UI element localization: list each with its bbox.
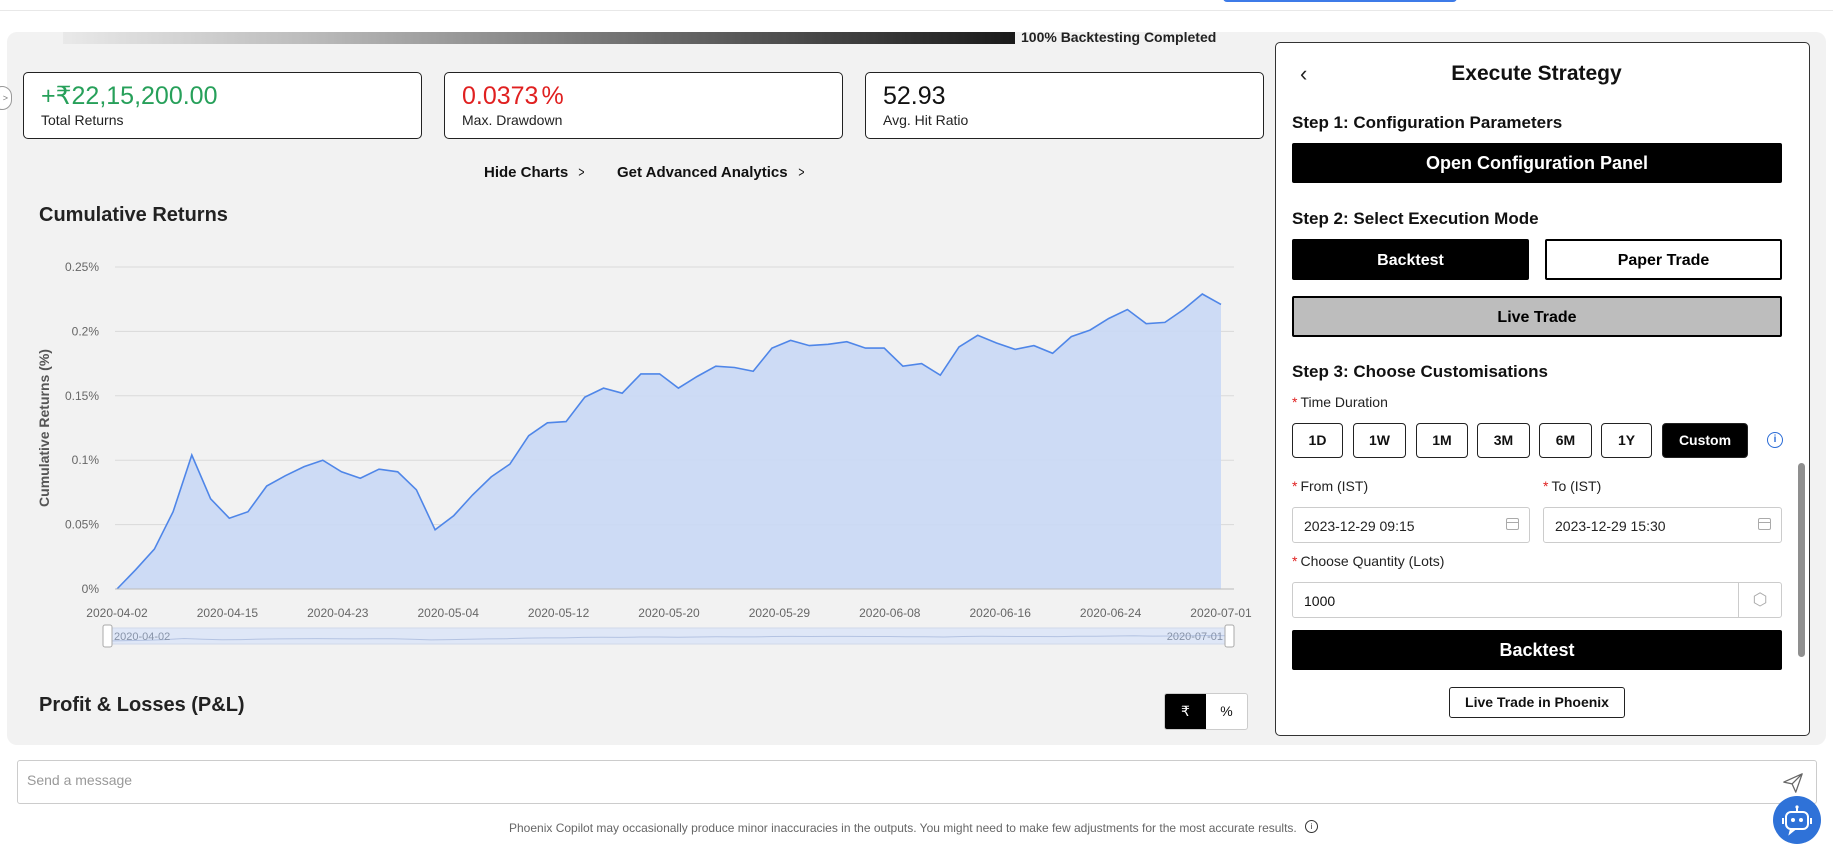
from-date-input[interactable]: 2023-12-29 09:15 — [1292, 507, 1530, 543]
send-icon[interactable] — [1782, 772, 1804, 794]
mode-paper-trade-button[interactable]: Paper Trade — [1545, 239, 1782, 280]
mode-backtest-button[interactable]: Backtest — [1292, 239, 1529, 280]
y-tick-label: 0% — [82, 582, 100, 596]
x-tick-label: 2020-05-04 — [418, 606, 480, 620]
disclaimer-text: Phoenix Copilot may occasionally produce… — [509, 821, 1297, 835]
copilot-bot-button[interactable] — [1773, 796, 1821, 844]
robot-icon — [1782, 805, 1812, 836]
x-tick-label: 2020-04-02 — [86, 606, 148, 620]
duration-1m[interactable]: 1M — [1416, 423, 1468, 458]
info-icon[interactable]: i — [1767, 432, 1783, 448]
duration-1w[interactable]: 1W — [1353, 423, 1406, 458]
x-tick-label: 2020-06-24 — [1080, 606, 1142, 620]
open-configuration-button[interactable]: Open Configuration Panel — [1292, 143, 1782, 183]
pl-title: Profit & Losses (P&L) — [39, 694, 245, 716]
execute-strategy-panel: ‹ Execute Strategy Step 1: Configuration… — [1275, 42, 1810, 736]
info-icon[interactable]: i — [1305, 820, 1318, 833]
lots-stack-icon: ⬡ — [1738, 583, 1781, 617]
y-axis-label: Cumulative Returns (%) — [36, 349, 52, 507]
mode-live-trade-button[interactable]: Live Trade — [1292, 296, 1782, 337]
pl-toggle-percent[interactable]: % — [1206, 694, 1247, 729]
x-tick-label: 2020-04-23 — [307, 606, 369, 620]
pl-unit-toggle: ₹ % — [1164, 693, 1248, 730]
message-box — [17, 760, 1817, 804]
range-slider — [107, 627, 1230, 645]
live-trade-in-phoenix-button[interactable]: Live Trade in Phoenix — [1449, 687, 1625, 718]
x-tick-label: 2020-05-20 — [638, 606, 700, 620]
time-duration-label: * Time Duration — [1292, 394, 1388, 410]
duration-1y[interactable]: 1Y — [1601, 423, 1652, 458]
to-label: * To (IST) — [1543, 478, 1602, 494]
run-backtest-button[interactable]: Backtest — [1292, 630, 1782, 670]
quantity-value: 1000 — [1304, 593, 1336, 609]
duration-custom[interactable]: Custom — [1662, 423, 1748, 458]
x-tick-label: 2020-07-01 — [1190, 606, 1252, 620]
x-tick-label: 2020-04-15 — [197, 606, 259, 620]
x-tick-label: 2020-05-29 — [749, 606, 811, 620]
pl-toggle-rupee[interactable]: ₹ — [1165, 694, 1206, 729]
x-tick-label: 2020-06-08 — [859, 606, 921, 620]
y-tick-label: 0.25% — [65, 260, 99, 274]
to-date-value: 2023-12-29 15:30 — [1555, 518, 1666, 534]
panel-scrollbar[interactable] — [1798, 463, 1805, 657]
quantity-label: * Choose Quantity (Lots) — [1292, 553, 1445, 569]
x-tick-label: 2020-06-16 — [970, 606, 1032, 620]
duration-3m[interactable]: 3M — [1477, 423, 1530, 458]
area-fill — [117, 294, 1221, 589]
range-end-label: 2020-07-01 — [1167, 631, 1223, 643]
execute-strategy-title: Execute Strategy — [1451, 62, 1622, 85]
step2-heading: Step 2: Select Execution Mode — [1292, 209, 1539, 228]
y-tick-label: 0.2% — [72, 324, 100, 338]
y-tick-label: 0.1% — [72, 453, 100, 467]
range-start-label: 2020-04-02 — [114, 631, 170, 643]
from-label: * From (IST) — [1292, 478, 1369, 494]
message-input[interactable] — [27, 772, 1727, 788]
step1-heading: Step 1: Configuration Parameters — [1292, 113, 1563, 132]
calendar-icon — [1758, 518, 1771, 530]
step3-heading: Step 3: Choose Customisations — [1292, 362, 1548, 381]
y-tick-label: 0.05% — [65, 518, 99, 532]
cumulative-returns-chart: 0% 0.05% 0.1% 0.15% 0.2% 0.25% 2020-04-02 2020-… — [36, 260, 1252, 648]
to-date-input[interactable]: 2023-12-29 15:30 — [1543, 507, 1782, 543]
from-date-value: 2023-12-29 09:15 — [1304, 518, 1415, 534]
y-tick-label: 0.15% — [65, 389, 99, 403]
duration-1d[interactable]: 1D — [1292, 423, 1343, 458]
x-tick-label: 2020-05-12 — [528, 606, 590, 620]
quantity-input[interactable]: 1000 ⬡ — [1292, 582, 1782, 618]
range-handle-end — [1224, 624, 1235, 648]
calendar-icon — [1506, 518, 1519, 530]
duration-6m[interactable]: 6M — [1539, 423, 1592, 458]
range-handle-start — [102, 624, 113, 648]
